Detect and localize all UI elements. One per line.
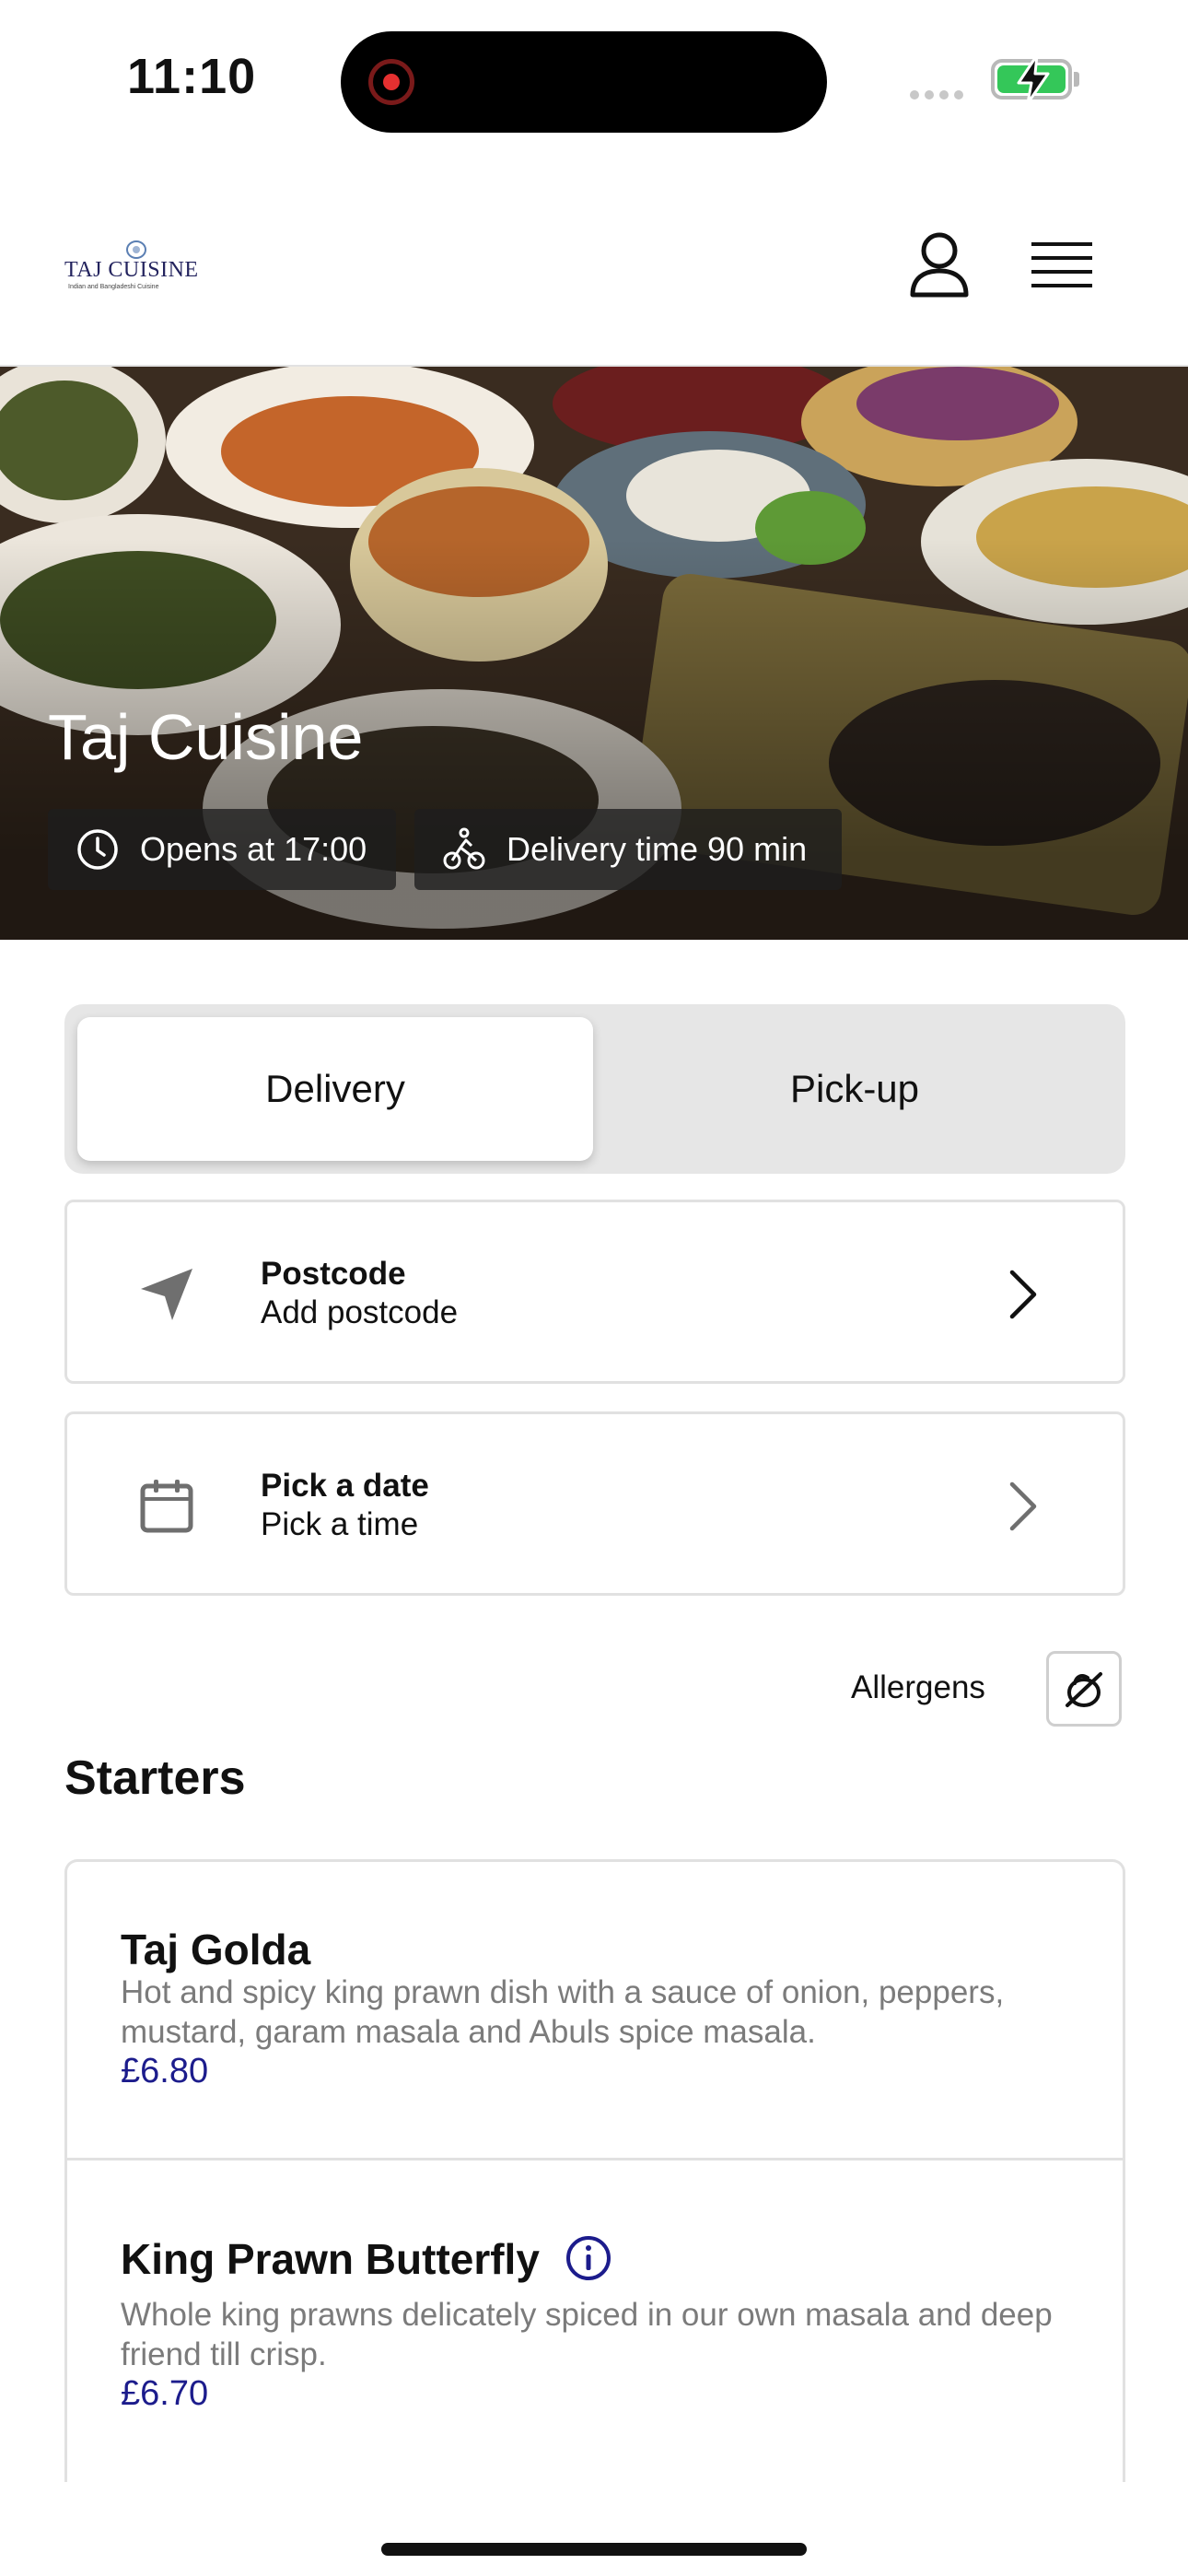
date-label: Pick a date <box>261 1468 429 1504</box>
status-time: 11:10 <box>127 49 257 104</box>
menu-list: Taj Golda Hot and spicy king prawn dish … <box>64 1859 1125 2482</box>
postcode-label: Postcode <box>261 1256 406 1292</box>
menu-icon[interactable] <box>1030 240 1094 291</box>
postcode-value: Add postcode <box>261 1294 459 1330</box>
item-description: Whole king prawns delicately spiced in o… <box>121 2297 1053 2372</box>
logo-text: TAJ CUISINE <box>64 258 199 282</box>
opening-hours-text: Opens at 17:00 <box>140 830 367 868</box>
delivery-time-badge: Delivery time 90 min <box>414 809 842 890</box>
status-bar: 11:10 <box>0 0 1188 157</box>
battery-cap <box>1074 72 1079 87</box>
item-price: £6.80 <box>121 2052 209 2090</box>
hero-banner: Taj Cuisine Opens at 17:00 Delivery time… <box>0 367 1188 940</box>
logo-emblem-icon <box>126 240 146 259</box>
postcode-card[interactable]: Postcode Add postcode <box>64 1200 1125 1384</box>
item-name: King Prawn Butterfly <box>121 2235 540 2283</box>
section-title: Starters <box>64 1751 246 1805</box>
logo-subtext: Indian and Bangladeshi Cuisine <box>68 284 159 290</box>
schedule-card[interactable]: Pick a date Pick a time <box>64 1411 1125 1596</box>
order-mode-toggle: Delivery Pick-up <box>64 1004 1125 1174</box>
info-icon[interactable] <box>565 2234 612 2282</box>
opening-hours-badge: Opens at 17:00 <box>48 809 396 890</box>
item-price: £6.70 <box>121 2374 209 2413</box>
recording-indicator-icon <box>368 59 414 105</box>
signal-icon <box>910 88 973 100</box>
pickup-tab[interactable]: Pick-up <box>597 1017 1112 1161</box>
menu-item[interactable]: King Prawn Butterfly Whole king prawns d… <box>67 2160 1123 2482</box>
app-header: TAJ CUISINE Indian and Bangladeshi Cuisi… <box>0 157 1188 367</box>
restaurant-name: Taj Cuisine <box>48 701 364 773</box>
charging-bolt-icon <box>1017 53 1050 105</box>
dynamic-island <box>341 31 827 133</box>
chevron-right-icon <box>1009 1270 1037 1319</box>
user-icon[interactable] <box>907 230 972 300</box>
item-name: Taj Golda <box>121 1926 311 1973</box>
allergens-button[interactable] <box>1046 1651 1122 1727</box>
chevron-right-icon <box>1009 1481 1037 1531</box>
home-indicator[interactable] <box>381 2543 807 2556</box>
time-value: Pick a time <box>261 1506 419 1542</box>
clock-icon <box>77 829 118 870</box>
item-description: Hot and spicy king prawn dish with a sau… <box>121 1974 1005 2050</box>
allergens-label: Allergens <box>851 1669 985 1705</box>
calendar-icon <box>140 1480 193 1533</box>
location-arrow-icon <box>141 1269 192 1320</box>
delivery-time-text: Delivery time 90 min <box>507 830 808 868</box>
menu-item[interactable]: Taj Golda Hot and spicy king prawn dish … <box>67 1862 1123 2160</box>
logo[interactable]: TAJ CUISINE Indian and Bangladeshi Cuisi… <box>64 240 212 295</box>
delivery-tab[interactable]: Delivery <box>77 1017 593 1161</box>
cyclist-icon <box>443 827 485 870</box>
allergens-icon <box>1066 1672 1102 1707</box>
